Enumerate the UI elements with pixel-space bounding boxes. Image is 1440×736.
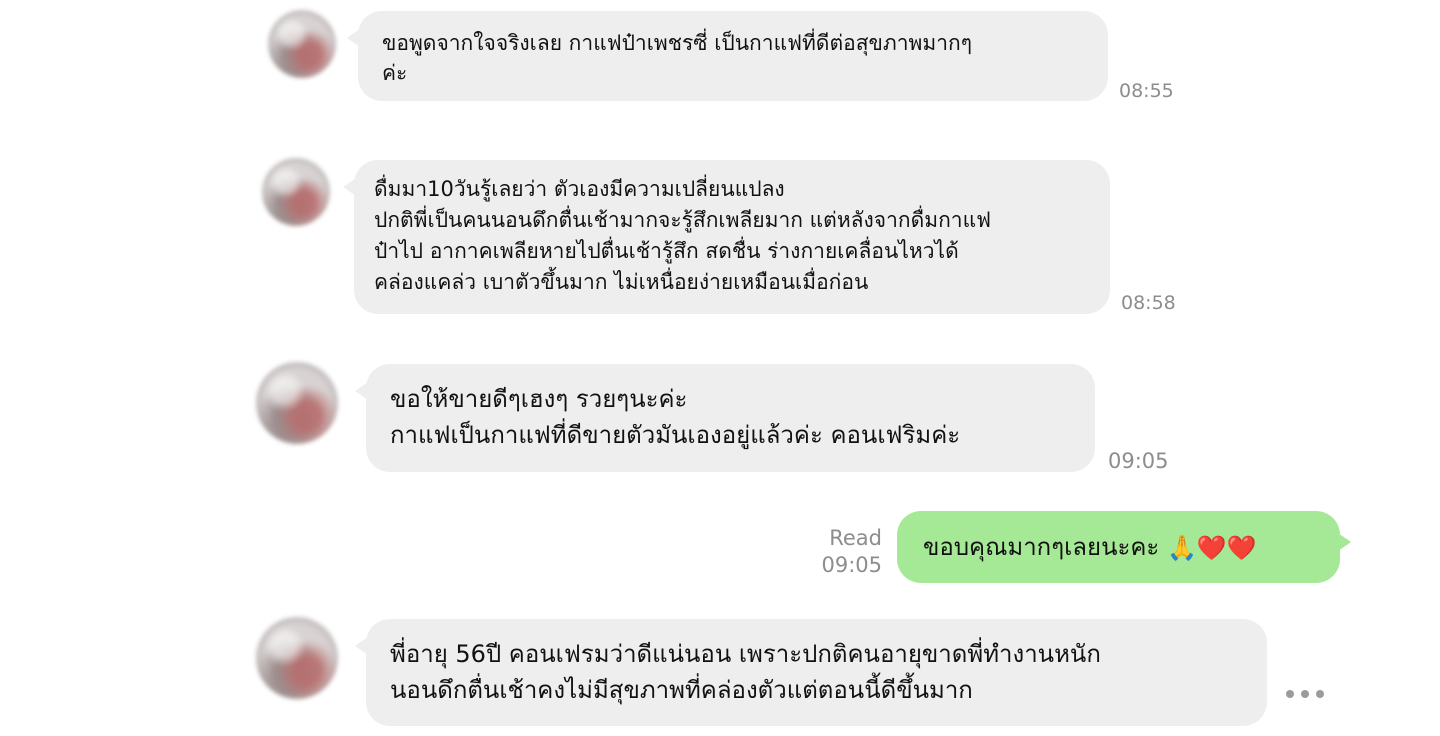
read-label: Read <box>829 526 882 550</box>
message-bubble[interactable]: ดื่มมา10วันรู้เลยว่า ตัวเองมีความเปลี่ยน… <box>343 160 1110 314</box>
message-timestamp: 08:55 <box>1119 80 1174 102</box>
message-text-line: กาแฟเป็นกาแฟที่ดีขายตัวมันเองอยู่แล้วค่ะ… <box>390 421 961 449</box>
message-text-line: ปกติพี่เป็นคนนอนดึกตื่นเช้ามากจะรู้สึกเพ… <box>374 208 991 232</box>
message-text-line: นอนดึกตื่นเช้าคงไม่มีสุขภาพที่คล่องตัวแต… <box>390 676 973 704</box>
message-bubble[interactable]: พี่อายุ 56ปี คอนเฟรมว่าดีแน่นอน เพราะปกต… <box>355 619 1267 726</box>
more-horizontal-icon[interactable] <box>1286 689 1328 699</box>
message-text-line: คล่องแคล่ว เบาตัวขึ้นมาก ไม่เหนื่อยง่ายเ… <box>374 270 869 294</box>
message-text-line: ค่ะ <box>382 61 408 86</box>
dot <box>1301 690 1309 698</box>
message-timestamp: 09:05 <box>821 553 882 578</box>
message-text-line: พี่อายุ 56ปี คอนเฟรมว่าดีแน่นอน เพราะปกต… <box>390 640 1101 668</box>
message-timestamp: 08:58 <box>1121 292 1176 314</box>
praying-hands-and-hearts-icon: 🙏❤️❤️ <box>1166 534 1257 562</box>
message-bubble[interactable]: ขอให้ขายดีๆเฮงๆ รวยๆนะค่ะ กาแฟเป็นกาแฟที… <box>355 364 1095 472</box>
message-bubble[interactable]: ขอพูดจากใจจริงเลย กาแฟป๋าเพชรซี่ เป็นกาแ… <box>347 11 1108 101</box>
dot <box>1316 690 1324 698</box>
message-timestamp: 09:05 <box>1108 449 1169 473</box>
read-receipt: Read 09:05 <box>816 525 882 580</box>
message-text-line: ขอให้ขายดีๆเฮงๆ รวยๆนะค่ะ <box>390 385 688 413</box>
message-bubble-outgoing[interactable]: ขอบคุณมากๆเลยนะคะ 🙏❤️❤️ <box>897 511 1351 583</box>
message-text-line: ขอพูดจากใจจริงเลย กาแฟป๋าเพชรซี่ เป็นกาแ… <box>382 31 972 55</box>
message-text: ขอบคุณมากๆเลยนะคะ <box>923 533 1160 561</box>
avatar[interactable] <box>256 617 338 699</box>
message-text-line: ดื่มมา10วันรู้เลยว่า ตัวเองมีความเปลี่ยน… <box>374 177 785 201</box>
avatar[interactable] <box>268 10 336 78</box>
avatar[interactable] <box>262 158 330 226</box>
message-text-line: ป๋าไป อากาคเพลียหายไปตื่นเช้ารู้สึก สดชื… <box>374 239 959 263</box>
dot <box>1286 690 1294 698</box>
avatar[interactable] <box>256 362 338 444</box>
